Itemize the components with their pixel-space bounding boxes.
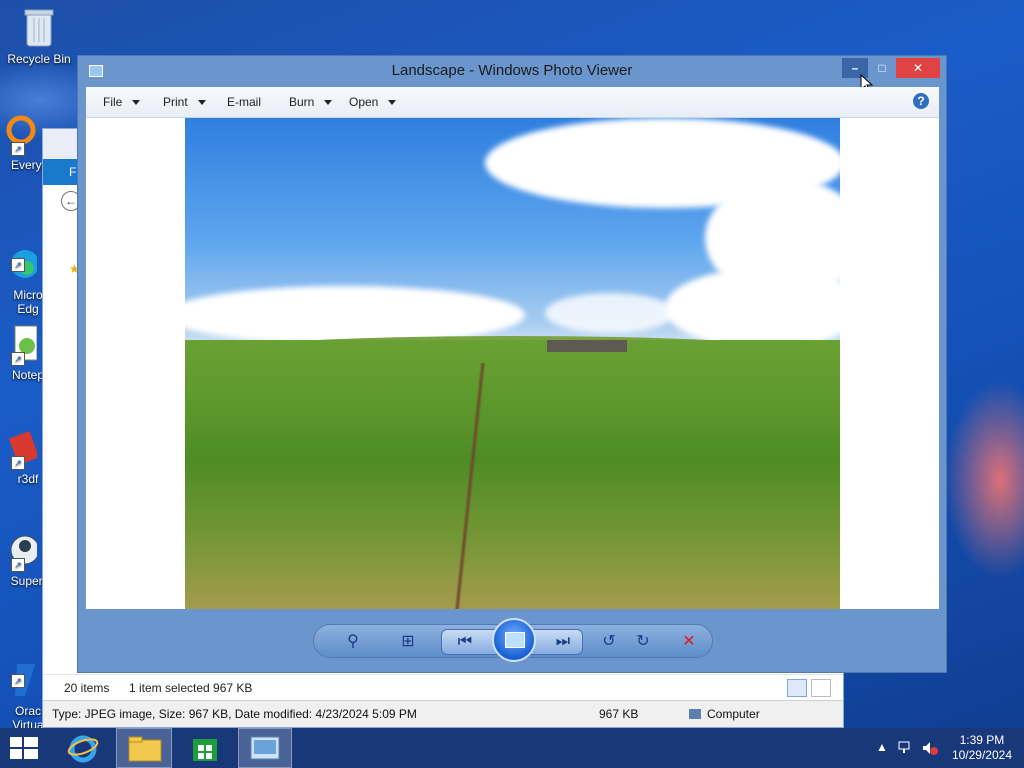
- slideshow-button[interactable]: [492, 618, 536, 662]
- rotate-clockwise-button[interactable]: ↻: [632, 631, 654, 653]
- menu-email-label: E-mail: [227, 95, 262, 109]
- cloud: [665, 268, 840, 348]
- explorer-ribbon-file-tab[interactable]: Fi: [43, 159, 79, 185]
- item-count: 20 items: [64, 681, 110, 695]
- menu-burn[interactable]: Burn: [289, 87, 333, 117]
- menu-file[interactable]: File: [103, 87, 141, 117]
- menu-file-label: File: [103, 95, 123, 109]
- image-canvas[interactable]: [86, 118, 939, 609]
- taskbar: ▲ 1:39 PM 10/29/2024: [0, 728, 1024, 768]
- clock-time: 1:39 PM: [959, 733, 1005, 747]
- delete-button[interactable]: ✕: [678, 631, 700, 653]
- actual-size-button[interactable]: ⊞: [396, 631, 420, 653]
- chevron-down-icon: [197, 100, 206, 106]
- close-button[interactable]: ✕: [896, 58, 940, 78]
- taskbar-file-explorer[interactable]: [116, 728, 172, 768]
- superl-app-icon: ↗: [0, 528, 40, 572]
- virtualbox-icon: ↗: [0, 644, 37, 696]
- shortcut-arrow-icon: ↗: [11, 674, 25, 688]
- clock-date: 10/29/2024: [951, 748, 1012, 762]
- internet-explorer-icon: [67, 735, 99, 763]
- edge-browser-icon: ↗: [0, 228, 39, 278]
- menu-print-label: Print: [163, 95, 188, 109]
- shortcut-arrow-icon: ↗: [11, 258, 25, 272]
- menu-print[interactable]: Print: [163, 87, 206, 117]
- menu-open-label: Open: [349, 95, 379, 109]
- file-details-text: Type: JPEG image, Size: 967 KB, Date mod…: [52, 707, 417, 721]
- chevron-down-icon: [132, 100, 141, 106]
- computer-icon: [689, 709, 701, 719]
- grassy-hill: [185, 340, 840, 609]
- taskbar-store[interactable]: [180, 728, 230, 768]
- help-icon[interactable]: ?: [913, 93, 929, 109]
- windows-logo-icon: [10, 737, 38, 759]
- zoom-button[interactable]: ⚲: [338, 631, 368, 653]
- menu-bar: File Print E-mail Burn Open ?: [86, 87, 939, 118]
- details-view-button[interactable]: [787, 679, 807, 697]
- selection-info: 1 item selected 967 KB: [129, 681, 253, 695]
- previous-button[interactable]: ⏮: [452, 631, 478, 653]
- photo-viewer-window[interactable]: Landscape - Windows Photo Viewer – □ ✕ F…: [77, 55, 947, 673]
- menu-open[interactable]: Open: [349, 87, 397, 117]
- chevron-down-icon: [324, 100, 333, 106]
- volume-muted-icon[interactable]: [922, 741, 938, 755]
- folder-icon: [128, 736, 162, 762]
- desktop-icon-recycle-bin[interactable]: Recycle Bin: [4, 6, 74, 66]
- show-hidden-icons-button[interactable]: ▲: [876, 740, 888, 754]
- network-icon[interactable]: [898, 741, 914, 755]
- next-button[interactable]: ⏭: [550, 631, 576, 653]
- recycle-bin-icon: [19, 6, 59, 50]
- store-icon: [193, 739, 217, 761]
- shortcut-arrow-icon: ↗: [11, 456, 25, 470]
- cloud: [545, 293, 675, 333]
- large-icons-view-button[interactable]: [811, 679, 831, 697]
- slideshow-screen-icon: [505, 632, 525, 648]
- r3df-app-icon: ↗: [0, 426, 40, 470]
- window-title: Landscape - Windows Photo Viewer: [391, 62, 633, 79]
- location-text: Computer: [707, 707, 760, 721]
- ruined-building: [547, 340, 627, 352]
- photo-viewer-icon: [250, 736, 280, 760]
- shortcut-arrow-icon: ↗: [11, 558, 25, 572]
- start-button[interactable]: [0, 728, 50, 768]
- taskbar-photo-viewer[interactable]: [238, 728, 292, 768]
- shortcut-arrow-icon: ↗: [11, 142, 25, 156]
- file-size-text: 967 KB: [599, 707, 639, 721]
- chevron-down-icon: [388, 100, 397, 106]
- taskbar-internet-explorer[interactable]: [58, 728, 108, 768]
- landscape-photo: [185, 118, 840, 609]
- menu-burn-label: Burn: [289, 95, 315, 109]
- system-clock[interactable]: 1:39 PM 10/29/2024: [952, 733, 1012, 763]
- explorer-status-bar: 20 items 1 item selected 967 KB: [43, 674, 843, 701]
- menu-email[interactable]: E-mail: [227, 87, 261, 117]
- notepad-icon: ↗: [0, 322, 38, 366]
- wallpaper-swirl: [944, 380, 1024, 580]
- everything-search-icon: ↗: [0, 112, 37, 156]
- desktop-icon-label: Recycle Bin: [7, 52, 71, 66]
- shortcut-arrow-icon: ↗: [11, 352, 25, 366]
- explorer-details-bar: Type: JPEG image, Size: 967 KB, Date mod…: [43, 700, 843, 727]
- playback-control-bar: ⚲ ⊞ ⏮ ⏭ ↺ ↻ ✕: [313, 618, 713, 662]
- rotate-counterclockwise-button[interactable]: ↺: [598, 631, 620, 653]
